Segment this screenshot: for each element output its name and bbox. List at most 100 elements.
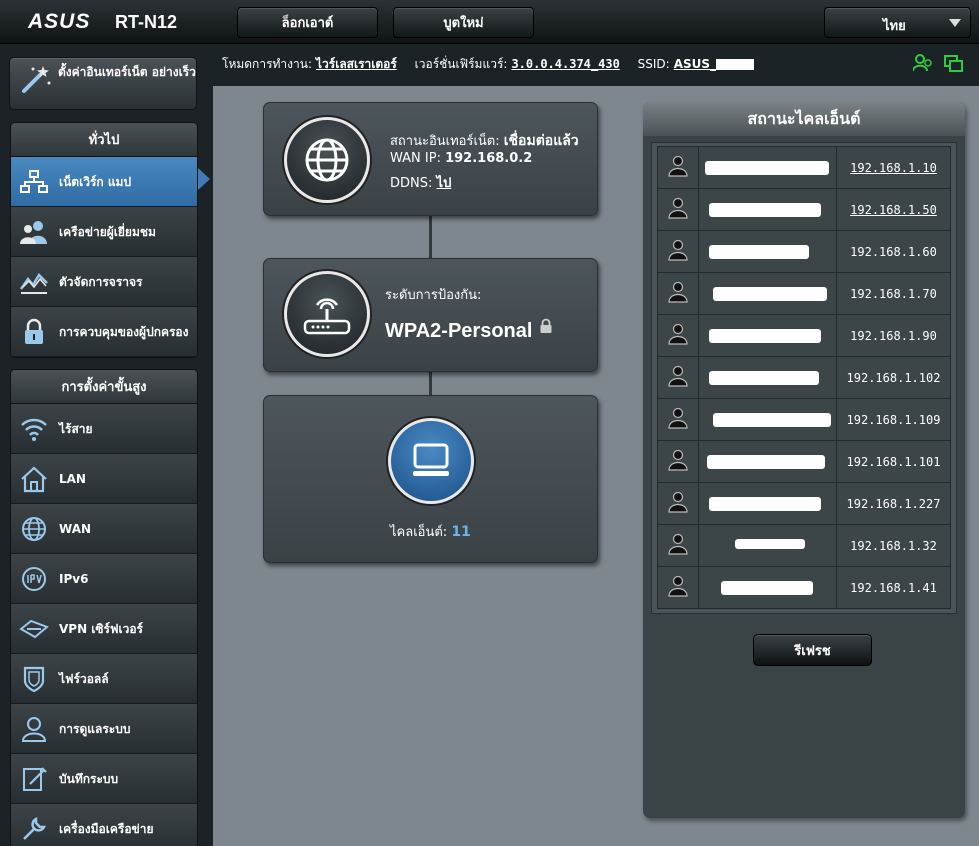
magic-wand-icon bbox=[22, 66, 51, 93]
sidebar-item-ipv6[interactable]: IPv6 bbox=[11, 554, 197, 604]
client-name-cell bbox=[698, 188, 837, 231]
globe-icon bbox=[22, 517, 46, 541]
client-row[interactable]: 192.168.1.227 bbox=[657, 482, 951, 525]
redacted-client-name bbox=[705, 161, 829, 175]
client-name-cell bbox=[698, 146, 837, 189]
advanced-section: การตั้งค่าขั้นสูง ไร้สาย LAN WAN IPv6 VP… bbox=[10, 369, 198, 846]
sidebar-item-label: LAN bbox=[59, 471, 86, 486]
client-ip: 192.168.1.101 bbox=[836, 440, 951, 483]
language-value: ไทย bbox=[883, 19, 906, 34]
client-row[interactable]: 192.168.1.10 bbox=[657, 146, 951, 189]
router-button[interactable] bbox=[284, 271, 370, 357]
sidebar-item-wireless[interactable]: ไร้สาย bbox=[11, 404, 197, 454]
client-icon-cell bbox=[657, 188, 699, 231]
globe-icon bbox=[305, 138, 349, 182]
client-ip: 192.168.1.109 bbox=[836, 398, 951, 441]
clients-button[interactable] bbox=[388, 418, 474, 504]
sidebar-item-wan[interactable]: WAN bbox=[11, 504, 197, 554]
sidebar-item-label: ไฟร์วอลล์ bbox=[59, 671, 109, 686]
firmware-link[interactable]: 3.0.0.4.374_430 bbox=[511, 57, 619, 71]
active-item-pointer bbox=[198, 168, 210, 190]
client-status-panel: สถานะไคลเอ็นต์ 192.168.1.10 192.168.1.50 1… bbox=[643, 102, 965, 818]
client-icon-cell bbox=[657, 398, 699, 441]
status-line: โหมดการทำงาน: ไวร์เลสเราเตอร์ เวอร์ชั่นเฟ… bbox=[222, 55, 768, 74]
client-list: 192.168.1.10 192.168.1.50 192.168.1.60 192.… bbox=[651, 142, 957, 614]
users-icon[interactable] bbox=[913, 54, 933, 72]
redacted-client-name bbox=[707, 455, 825, 469]
sidebar-item-network-tools[interactable]: เครื่องมือเครือข่าย bbox=[11, 804, 197, 846]
sidebar-item-lan[interactable]: LAN bbox=[11, 454, 197, 504]
log-icon bbox=[23, 767, 47, 791]
client-row[interactable]: 192.168.1.109 bbox=[657, 398, 951, 441]
client-row[interactable]: 192.168.1.90 bbox=[657, 314, 951, 357]
user-icon bbox=[668, 323, 688, 345]
client-row[interactable]: 192.168.1.50 bbox=[657, 188, 951, 231]
lock-icon bbox=[540, 318, 552, 333]
sidebar-item-traffic-manager[interactable]: ตัวจัดการจราจร bbox=[11, 257, 197, 307]
top-bar: ASUS RT-N12 ล็อกเอาต์ บูตใหม่ ไทย bbox=[0, 0, 979, 44]
logout-button[interactable]: ล็อกเอาต์ bbox=[237, 7, 378, 38]
general-section: ทั่วไป เน็ตเวิร์ก แมป เครือข่ายผู้เยี่ยม… bbox=[10, 122, 198, 358]
ipv6-icon bbox=[22, 567, 46, 591]
brand-logo: ASUS bbox=[28, 10, 91, 33]
network-map-icon bbox=[20, 170, 48, 193]
user-icon bbox=[668, 281, 688, 303]
client-row[interactable]: 192.168.1.102 bbox=[657, 356, 951, 399]
client-name-cell bbox=[698, 272, 837, 315]
user-icon bbox=[668, 239, 688, 261]
ddns-row: DDNS: ไป bbox=[390, 172, 451, 193]
wan-ip-label: WAN IP: bbox=[390, 151, 441, 166]
sidebar-item-label: เครือข่ายผู้เยี่ยมชม bbox=[59, 224, 156, 239]
connector-line bbox=[429, 372, 432, 396]
client-row[interactable]: 192.168.1.41 bbox=[657, 566, 951, 609]
operation-mode-link[interactable]: ไวร์เลสเราเตอร์ bbox=[316, 57, 397, 71]
reboot-button[interactable]: บูตใหม่ bbox=[393, 7, 534, 38]
client-name-cell bbox=[698, 314, 837, 357]
sidebar-item-label: VPN เซิร์ฟเวอร์ bbox=[59, 621, 143, 636]
client-ip: 192.168.1.90 bbox=[836, 314, 951, 357]
sidebar-item-label: เน็ตเวิร์ก แมป bbox=[59, 174, 132, 189]
quick-internet-setup-button[interactable]: ตั้งค่าอินเทอร์เน็ต อย่างเร็ว bbox=[9, 57, 197, 110]
client-row[interactable]: 192.168.1.70 bbox=[657, 272, 951, 315]
client-ip: 192.168.1.227 bbox=[836, 482, 951, 525]
client-ip: 192.168.1.32 bbox=[836, 524, 951, 567]
client-ip[interactable]: 192.168.1.50 bbox=[836, 188, 951, 231]
redacted-client-name bbox=[735, 539, 805, 549]
client-ip[interactable]: 192.168.1.10 bbox=[836, 146, 951, 189]
parental-control-icon bbox=[25, 318, 43, 344]
refresh-button[interactable]: รีเฟรช bbox=[753, 634, 872, 666]
firmware-label: เวอร์ชั่นเฟิร์มแวร์: bbox=[414, 57, 508, 71]
client-row[interactable]: 192.168.1.32 bbox=[657, 524, 951, 567]
sidebar-item-parental-control[interactable]: การควบคุมของผู้ปกครอง bbox=[11, 307, 197, 357]
user-icon bbox=[668, 491, 688, 513]
computer-icon bbox=[413, 443, 449, 476]
client-row[interactable]: 192.168.1.60 bbox=[657, 230, 951, 273]
client-icon-cell bbox=[657, 230, 699, 273]
sidebar-item-guest-network[interactable]: เครือข่ายผู้เยี่ยมชม bbox=[11, 207, 197, 257]
sidebar-item-administration[interactable]: การดูแลระบบ bbox=[11, 704, 197, 754]
client-count-value: 11 bbox=[451, 524, 471, 540]
internet-globe-button[interactable] bbox=[284, 117, 370, 203]
internet-status-value: เชื่อมต่อแล้ว bbox=[503, 133, 579, 149]
client-name-cell bbox=[698, 524, 837, 567]
ssid-link[interactable]: ASUS_ bbox=[674, 57, 755, 71]
sidebar-item-firewall[interactable]: ไฟร์วอลล์ bbox=[11, 654, 197, 704]
sidebar-item-network-map[interactable]: เน็ตเวิร์ก แมป bbox=[11, 157, 197, 207]
sidebar-item-label: เครื่องมือเครือข่าย bbox=[59, 821, 154, 836]
router-icon bbox=[303, 298, 351, 335]
sidebar-item-system-log[interactable]: บันทึกระบบ bbox=[11, 754, 197, 804]
guest-network-icon bbox=[20, 221, 47, 244]
redacted-client-name bbox=[709, 245, 809, 259]
client-row[interactable]: 192.168.1.101 bbox=[657, 440, 951, 483]
language-select[interactable]: ไทย bbox=[824, 7, 971, 38]
usb-screens-icon[interactable] bbox=[944, 55, 964, 73]
ddns-link[interactable]: ไป bbox=[437, 176, 452, 191]
user-icon bbox=[668, 449, 688, 471]
user-icon bbox=[668, 197, 688, 219]
general-section-title: ทั่วไป bbox=[11, 123, 197, 157]
client-icon-cell bbox=[657, 566, 699, 609]
redacted-client-name bbox=[709, 329, 821, 343]
sidebar-item-vpn-server[interactable]: VPN เซิร์ฟเวอร์ bbox=[11, 604, 197, 654]
client-name-cell bbox=[698, 440, 837, 483]
redacted-client-name bbox=[713, 287, 827, 301]
